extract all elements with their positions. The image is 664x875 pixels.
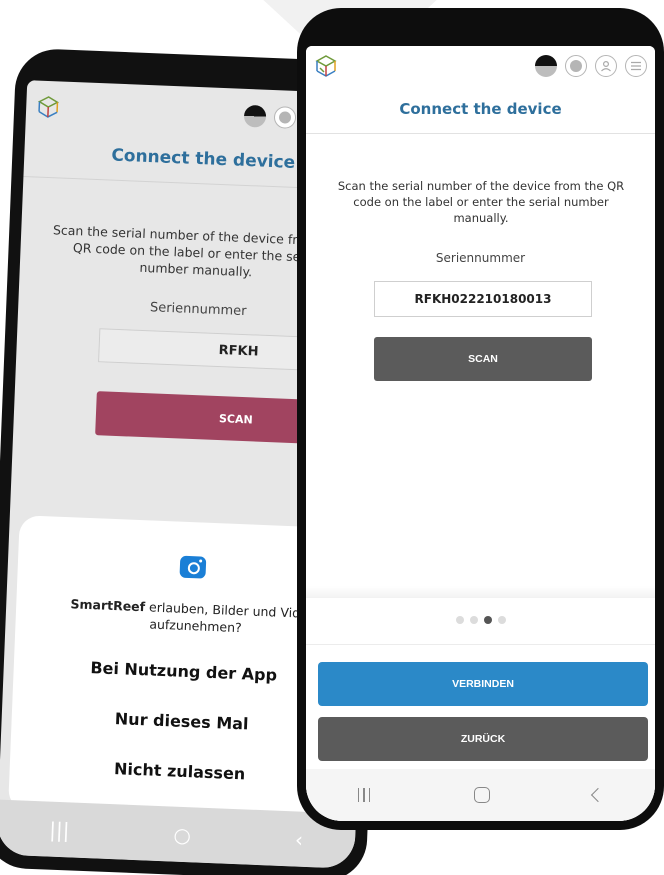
app-logo-icon[interactable] bbox=[314, 54, 338, 78]
theme-toggle-icon[interactable] bbox=[243, 104, 267, 128]
app-topbar bbox=[306, 46, 655, 88]
user-icon[interactable] bbox=[595, 55, 617, 77]
camera-icon bbox=[179, 555, 207, 579]
permission-app-name: SmartReef bbox=[70, 596, 146, 615]
page-title: Connect the device bbox=[399, 100, 562, 118]
instructions-text: Scan the serial number of the device fro… bbox=[337, 179, 625, 225]
app-logo-icon bbox=[37, 96, 59, 118]
title-divider bbox=[306, 133, 655, 134]
nav-recent-apps-icon[interactable]: ||| bbox=[49, 817, 70, 842]
pagination-dot bbox=[455, 616, 464, 624]
globe-icon[interactable] bbox=[273, 106, 297, 129]
nav-home-icon[interactable] bbox=[473, 787, 490, 803]
footer-panel: VERBINDEN ZURÜCK bbox=[306, 598, 655, 821]
permission-message-text: erlauben, Bilder und Videos aufzunehmen? bbox=[144, 599, 323, 636]
android-navbar bbox=[306, 769, 655, 821]
pagination-dot bbox=[469, 616, 478, 624]
back-button[interactable]: ZURÜCK bbox=[318, 717, 648, 761]
pagination-dot-active bbox=[483, 616, 492, 624]
topbar-icons bbox=[535, 55, 647, 77]
nav-recent-apps-icon[interactable] bbox=[357, 788, 371, 802]
theme-toggle-icon[interactable] bbox=[535, 55, 557, 77]
connect-button[interactable]: VERBINDEN bbox=[318, 662, 648, 706]
serial-input[interactable] bbox=[374, 281, 592, 317]
pagination-dot bbox=[497, 616, 506, 624]
pagination-dots bbox=[306, 616, 655, 624]
footer-divider bbox=[306, 644, 655, 645]
serial-label: Seriennummer bbox=[149, 300, 247, 320]
front-phone: Connect the device Scan the serial numbe… bbox=[297, 8, 664, 830]
scan-button[interactable]: SCAN bbox=[374, 337, 592, 381]
serial-label: Seriennummer bbox=[435, 251, 526, 265]
nav-back-icon[interactable]: ‹ bbox=[295, 827, 304, 851]
menu-icon[interactable] bbox=[625, 55, 647, 77]
nav-home-icon[interactable]: ○ bbox=[173, 822, 191, 847]
footer-shadow bbox=[306, 586, 655, 598]
globe-icon[interactable] bbox=[565, 55, 587, 77]
front-phone-screen: Connect the device Scan the serial numbe… bbox=[306, 46, 655, 821]
nav-back-icon[interactable] bbox=[591, 787, 606, 803]
